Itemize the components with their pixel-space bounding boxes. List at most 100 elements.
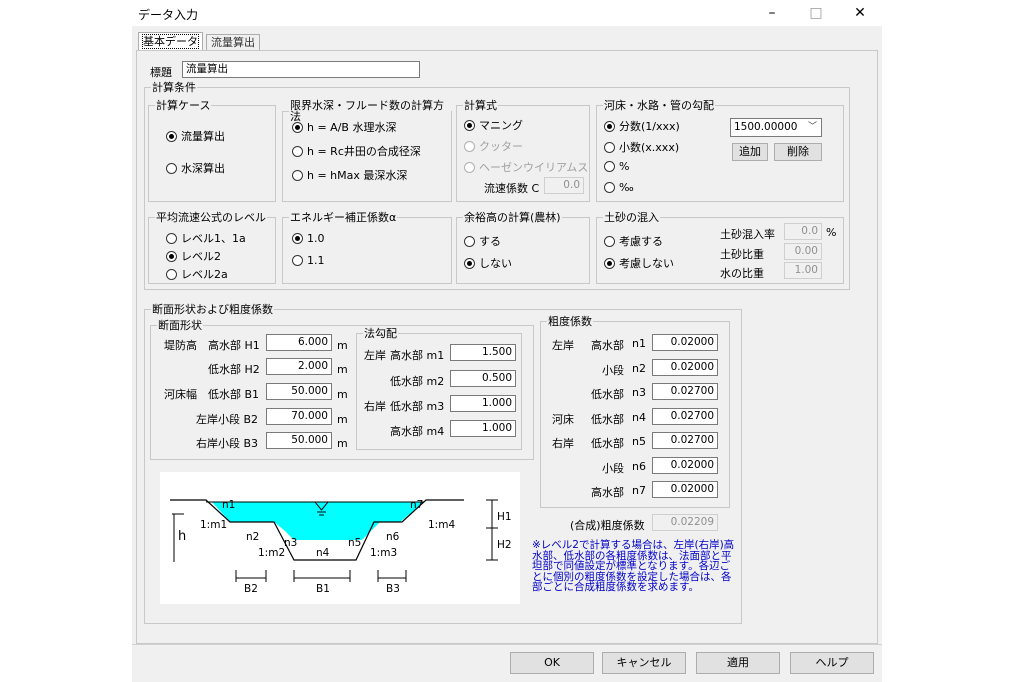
roughness-part-label: 小段 bbox=[602, 461, 624, 475]
radio-critical-ida[interactable]: h = Rc井田の合成径深 bbox=[292, 143, 421, 159]
slope-label-m1: 高水部 m1 bbox=[390, 349, 445, 362]
radio-icon bbox=[292, 169, 303, 181]
diagram-label-n4: n4 bbox=[316, 547, 330, 559]
m3-input[interactable]: 1.000 bbox=[450, 395, 516, 412]
h1-input[interactable]: 6.000 bbox=[266, 334, 332, 351]
roughness-group-label: 河床 bbox=[552, 412, 574, 426]
radio-label: h = hMax 最深水深 bbox=[307, 169, 408, 182]
roughness-code-label: n3 bbox=[632, 386, 646, 399]
water-gravity-input[interactable]: 1.00 bbox=[784, 262, 822, 279]
radio-level-1[interactable]: レベル1、1a bbox=[166, 230, 246, 246]
radio-critical-hydraulic[interactable]: h = A/B 水理水深 bbox=[292, 119, 396, 135]
roughness-n7-input[interactable]: 0.02000 bbox=[652, 481, 718, 498]
radio-freeboard-yes[interactable]: する bbox=[464, 233, 501, 249]
radio-sediment-no[interactable]: 考慮しない bbox=[604, 255, 674, 271]
radio-formula-hazen[interactable]: ヘーゼンウイリアムス bbox=[464, 159, 588, 175]
radio-label: 分数(1/xxx) bbox=[619, 120, 680, 133]
roughness-part-label: 高水部 bbox=[591, 486, 624, 499]
diagram-label-m4: 1:m4 bbox=[428, 519, 455, 531]
radio-icon bbox=[604, 182, 615, 193]
slope-combo[interactable]: 1500.00000 ﹀ bbox=[730, 118, 822, 137]
radio-icon bbox=[464, 119, 475, 131]
roughness-part-label: 低水部 bbox=[591, 437, 624, 450]
radio-level-2[interactable]: レベル2 bbox=[166, 248, 221, 264]
maximize-icon[interactable]: □ bbox=[796, 0, 836, 26]
radio-label: 1.0 bbox=[307, 232, 325, 245]
apply-button[interactable]: 適用 bbox=[696, 652, 780, 674]
radio-icon bbox=[604, 235, 615, 247]
help-button[interactable]: ヘルプ bbox=[790, 652, 874, 674]
sediment-gravity-input[interactable]: 0.00 bbox=[784, 243, 822, 260]
energy-legend: エネルギー補正係数α bbox=[290, 211, 397, 224]
b2-input[interactable]: 70.000 bbox=[266, 408, 332, 425]
roughness-n2-input[interactable]: 0.02000 bbox=[652, 358, 718, 376]
radio-energy-10[interactable]: 1.0 bbox=[292, 232, 325, 245]
sediment-rate-input[interactable]: 0.0 bbox=[784, 223, 822, 240]
roughness-n1-input[interactable]: 0.02000 bbox=[652, 334, 718, 351]
radio-freeboard-no[interactable]: しない bbox=[464, 255, 512, 271]
velocity-coef-input[interactable]: 0.0 bbox=[544, 177, 584, 194]
roughness-code-label: n1 bbox=[632, 337, 646, 350]
unit-m: m bbox=[337, 339, 348, 352]
roughness-n5-input[interactable]: 0.02700 bbox=[652, 432, 718, 449]
radio-icon bbox=[604, 141, 615, 153]
tab-flow-calc[interactable]: 流量算出 bbox=[206, 34, 260, 51]
radio-slope-fraction[interactable]: 分数(1/xxx) bbox=[604, 118, 680, 134]
radio-case-flow[interactable]: 流量算出 bbox=[166, 128, 225, 144]
h2-input[interactable]: 2.000 bbox=[266, 358, 332, 375]
slope-label-m4: 高水部 m4 bbox=[390, 425, 445, 438]
m4-input[interactable]: 1.000 bbox=[450, 420, 516, 437]
shape-label-h1: 高水部 H1 bbox=[208, 339, 260, 352]
minimize-icon[interactable]: – bbox=[752, 0, 792, 26]
diagram-label-n7: n7 bbox=[410, 499, 423, 511]
window-title: データ入力 bbox=[138, 8, 199, 22]
radio-icon bbox=[292, 233, 303, 244]
slope-delete-button[interactable]: 削除 bbox=[774, 143, 822, 161]
unit-m: m bbox=[337, 437, 348, 450]
radio-label: レベル2a bbox=[181, 268, 228, 281]
m2-input[interactable]: 0.500 bbox=[450, 370, 516, 387]
unit-m: m bbox=[337, 388, 348, 401]
slope-add-button[interactable]: 追加 bbox=[732, 143, 768, 161]
b1-input[interactable]: 50.000 bbox=[266, 383, 332, 400]
radio-formula-kutter[interactable]: クッター bbox=[464, 138, 523, 154]
shape-label-h2: 低水部 H2 bbox=[208, 363, 260, 376]
freeboard-legend: 余裕高の計算(農林) bbox=[464, 211, 561, 224]
radio-label: クッター bbox=[479, 140, 523, 153]
ok-button[interactable]: OK bbox=[510, 652, 594, 674]
radio-sediment-yes[interactable]: 考慮する bbox=[604, 233, 663, 249]
roughness-n6-input[interactable]: 0.02000 bbox=[652, 456, 718, 474]
radio-slope-permil[interactable]: ‰ bbox=[604, 181, 634, 194]
shape-group-label: 河床幅 bbox=[164, 388, 197, 401]
radio-case-depth[interactable]: 水深算出 bbox=[166, 160, 225, 176]
roughness-n4-input[interactable]: 0.02700 bbox=[652, 407, 718, 425]
roughness-n3-input[interactable]: 0.02700 bbox=[652, 383, 718, 400]
cross-section-svg: n1 n7 1:m1 1:m4 h H1 H2 n2 n3 1:m2 n4 n5… bbox=[170, 499, 512, 595]
diagram-label-n2: n2 bbox=[246, 531, 259, 543]
radio-icon bbox=[166, 130, 177, 142]
radio-label: % bbox=[619, 160, 630, 173]
title-input[interactable]: 流量算出 bbox=[182, 61, 420, 78]
radio-formula-manning[interactable]: マニング bbox=[464, 117, 523, 133]
radio-slope-decimal[interactable]: 小数(x.xxx) bbox=[604, 139, 679, 155]
roughness-part-label: 高水部 bbox=[591, 339, 624, 352]
diagram-label-h: h bbox=[178, 529, 186, 544]
b3-input[interactable]: 50.000 bbox=[266, 432, 332, 449]
close-icon[interactable]: ✕ bbox=[840, 0, 880, 26]
title-bar: データ入力 – □ ✕ bbox=[132, 0, 882, 26]
radio-critical-max[interactable]: h = hMax 最深水深 bbox=[292, 167, 407, 183]
diagram-label-m3: 1:m3 bbox=[370, 547, 397, 559]
radio-level-2a[interactable]: レベル2a bbox=[166, 266, 228, 282]
cancel-button[interactable]: キャンセル bbox=[602, 652, 686, 674]
radio-energy-11[interactable]: 1.1 bbox=[292, 254, 325, 267]
radio-icon bbox=[292, 255, 303, 266]
tab-basic-data[interactable]: 基本データ bbox=[138, 32, 203, 51]
slope-grade-group-label: 右岸 bbox=[364, 400, 386, 413]
radio-slope-percent[interactable]: % bbox=[604, 160, 629, 173]
diagram-label-B2: B2 bbox=[244, 583, 258, 595]
radio-label: レベル1、1a bbox=[181, 232, 246, 245]
water-gravity-label: 水の比重 bbox=[720, 267, 764, 280]
calc-case-legend: 計算ケース bbox=[156, 99, 211, 112]
unit-m: m bbox=[337, 363, 348, 376]
m1-input[interactable]: 1.500 bbox=[450, 344, 516, 361]
